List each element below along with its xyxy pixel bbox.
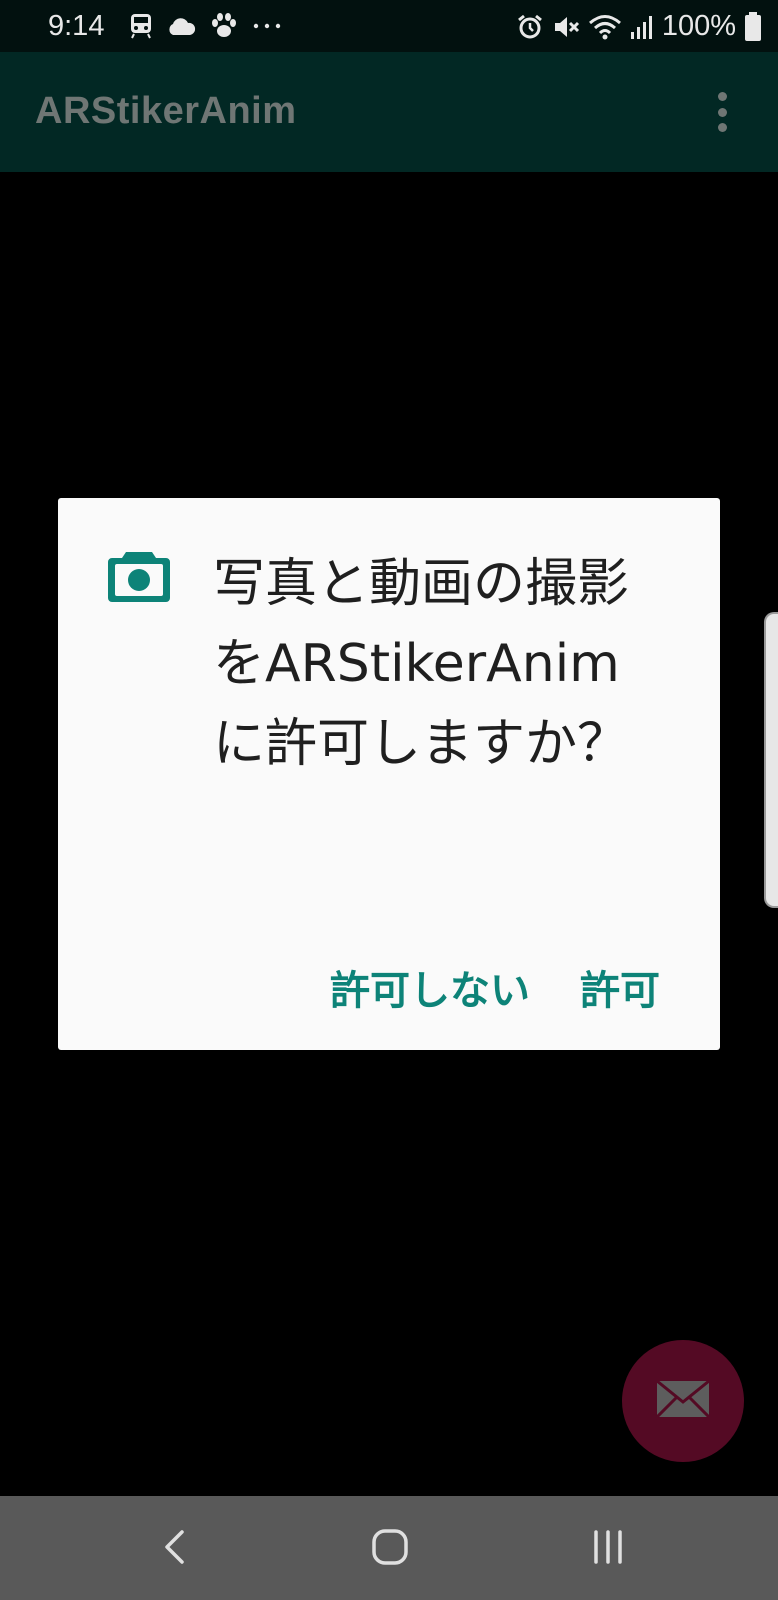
paw-icon — [210, 12, 238, 40]
back-icon — [162, 1529, 186, 1569]
overflow-menu-button[interactable] — [712, 92, 732, 132]
cloud-icon — [166, 16, 196, 36]
mute-icon — [552, 13, 580, 41]
more-notifications-icon — [252, 21, 282, 31]
battery-icon — [744, 11, 762, 42]
status-bar: 9:14 100% — [0, 0, 778, 52]
app-title: ARStikerAnim — [35, 90, 297, 132]
permission-dialog: 写真と動画の撮影をARStikerAnimに許可しますか？ 許可しない 許可 — [58, 498, 720, 1050]
home-icon — [371, 1528, 409, 1570]
mail-icon — [655, 1379, 711, 1422]
recents-icon — [591, 1529, 625, 1569]
alarm-icon — [516, 13, 544, 41]
navigation-bar — [0, 1496, 778, 1600]
edge-panel-handle[interactable] — [764, 612, 778, 908]
system-status-icons: 100% — [516, 10, 762, 43]
deny-button[interactable]: 許可しない — [330, 958, 530, 1016]
mail-fab-button[interactable] — [622, 1340, 744, 1462]
overflow-menu-icon — [717, 92, 727, 101]
signal-icon — [630, 14, 654, 40]
train-icon — [130, 13, 152, 39]
dialog-actions: 許可しない 許可 — [330, 958, 660, 1016]
recents-button[interactable] — [578, 1524, 638, 1574]
camera-icon — [106, 548, 172, 608]
wifi-icon — [588, 13, 622, 41]
permission-message: 写真と動画の撮影をARStikerAnimに許可しますか？ — [213, 554, 630, 774]
app-bar: ARStikerAnim — [0, 52, 778, 172]
home-button[interactable] — [360, 1524, 420, 1574]
allow-button[interactable]: 許可 — [580, 958, 660, 1016]
status-time: 9:14 — [48, 10, 105, 42]
battery-percentage: 100% — [661, 10, 736, 42]
back-button[interactable] — [144, 1524, 204, 1574]
notification-icons — [130, 12, 282, 40]
